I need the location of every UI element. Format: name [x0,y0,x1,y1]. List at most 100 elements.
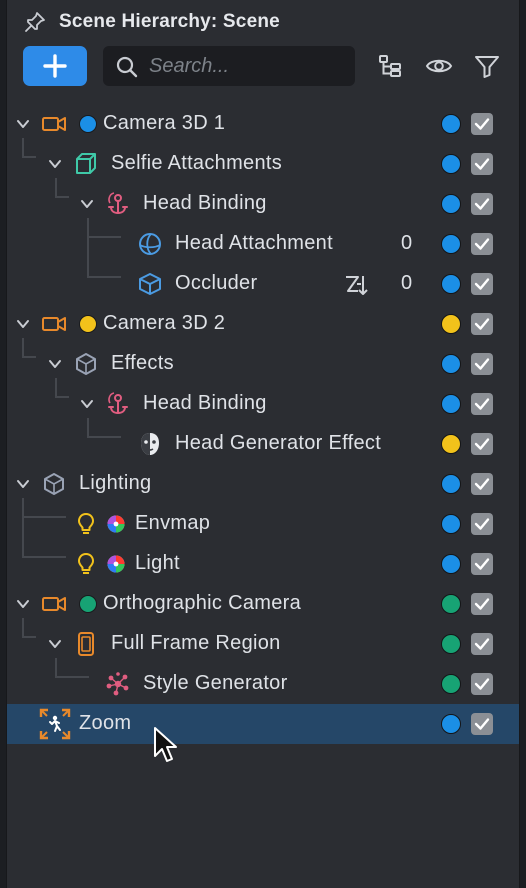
scene-hierarchy-panel: Scene Hierarchy: Scene Search... Camera … [6,0,520,888]
tree-item-label: Envmap [135,512,211,534]
chevron-down-icon[interactable] [15,316,31,332]
visibility-checkbox[interactable] [471,273,493,295]
chevron-down-icon[interactable] [15,116,31,132]
panel-title: Scene Hierarchy: Scene [59,11,280,32]
layer-dot[interactable] [441,314,461,334]
visibility-checkbox[interactable] [471,593,493,615]
visibility-checkbox[interactable] [471,433,493,455]
eye-icon[interactable] [425,52,453,80]
checkmark-icon [474,238,490,250]
tree-row-head-generator-effect[interactable]: Head Generator Effect [7,424,519,464]
phone-frame-icon [78,632,94,656]
tree-row-style-generator[interactable]: Style Generator [7,664,519,704]
layer-dot[interactable] [441,274,461,294]
tree-item-label: Orthographic Camera [103,592,302,614]
visibility-checkbox[interactable] [471,553,493,575]
tree-row-orthographic-camera[interactable]: Orthographic Camera [7,584,519,624]
layer-dot[interactable] [441,474,461,494]
checkmark-icon [474,398,490,410]
chevron-down-icon[interactable] [47,156,63,172]
layer-dot[interactable] [441,554,461,574]
layer-dot[interactable] [441,434,461,454]
tree-item-label: Selfie Attachments [111,152,283,174]
visibility-checkbox[interactable] [471,713,493,735]
style-gen-icon [106,672,129,696]
chevron-down-icon[interactable] [15,596,31,612]
visibility-checkbox[interactable] [471,313,493,335]
tree-row-lighting[interactable]: Lighting [7,464,519,504]
box-icon [139,273,161,295]
chevron-down-icon[interactable] [47,636,63,652]
checkmark-icon [474,358,490,370]
search-icon [116,56,138,78]
tree-row-occluder[interactable]: Occluder 0 [7,264,519,304]
tree-row-envmap[interactable]: Envmap [7,504,519,544]
chevron-down-icon[interactable] [47,356,63,372]
sort-icon[interactable] [343,272,369,298]
panel-header: Scene Hierarchy: Scene [7,0,519,42]
tree-item-label: Camera 3D 1 [103,112,226,134]
tree-row-zoom[interactable]: Zoom [7,704,519,744]
tree-row-light[interactable]: Light [7,544,519,584]
visibility-checkbox[interactable] [471,673,493,695]
tree-row-full-frame-region[interactable]: Full Frame Region [7,624,519,664]
visibility-checkbox[interactable] [471,153,493,175]
hierarchy-icon[interactable] [377,52,405,80]
layer-dot[interactable] [441,154,461,174]
visibility-checkbox[interactable] [471,193,493,215]
checkmark-icon [474,198,490,210]
checkmark-icon [474,638,490,650]
chevron-down-icon[interactable] [79,396,95,412]
checkmark-icon [474,518,490,530]
visibility-checkbox[interactable] [471,633,493,655]
filter-icon[interactable] [473,52,501,80]
zoom-person-icon [39,708,71,740]
count-value: 0 [401,272,413,294]
visibility-checkbox[interactable] [471,393,493,415]
tree-row-head-binding[interactable]: Head Binding [7,384,519,424]
tree-item-label: Occluder [175,272,258,294]
chevron-down-icon[interactable] [79,196,95,212]
tree-row-camera-3d-1[interactable]: Camera 3D 1 [7,104,519,144]
layer-dot[interactable] [441,234,461,254]
pin-icon[interactable] [23,10,47,34]
tree-item-label: Lighting [79,472,152,494]
sphere-icon [139,233,161,255]
chevron-down-icon[interactable] [15,476,31,492]
tree-item-label: Head Attachment [175,232,333,254]
tree-row-head-binding[interactable]: Head Binding [7,184,519,224]
bulb-icon [78,553,94,574]
search-box[interactable] [103,46,355,86]
face-mask-icon [141,433,159,455]
camera-icon [42,117,66,131]
camera-color-dot [79,595,97,613]
layer-dot[interactable] [441,674,461,694]
visibility-checkbox[interactable] [471,353,493,375]
visibility-checkbox[interactable] [471,473,493,495]
layer-dot[interactable] [441,354,461,374]
layer-dot[interactable] [441,634,461,654]
layer-dot[interactable] [441,514,461,534]
layer-dot[interactable] [441,114,461,134]
visibility-checkbox[interactable] [471,113,493,135]
layer-dot[interactable] [441,394,461,414]
tree-item-label: Full Frame Region [111,632,281,654]
camera-color-dot [79,115,97,133]
camera-icon [42,597,66,611]
add-object-button[interactable] [23,46,87,86]
layer-dot[interactable] [441,594,461,614]
mouse-cursor-icon [154,727,177,762]
layer-dot[interactable] [441,194,461,214]
tree-row-camera-3d-2[interactable]: Camera 3D 2 [7,304,519,344]
visibility-checkbox[interactable] [471,513,493,535]
search-input[interactable] [149,52,345,80]
checkmark-icon [474,118,490,130]
tree-row-selfie-attachments[interactable]: Selfie Attachments [7,144,519,184]
visibility-checkbox[interactable] [471,233,493,255]
checkmark-icon [474,558,490,570]
tree-row-effects[interactable]: Effects [7,344,519,384]
checkmark-icon [474,598,490,610]
color-wheel-icon [107,515,125,533]
tree-row-head-attachment[interactable]: Head Attachment 0 [7,224,519,264]
layer-dot[interactable] [441,714,461,734]
